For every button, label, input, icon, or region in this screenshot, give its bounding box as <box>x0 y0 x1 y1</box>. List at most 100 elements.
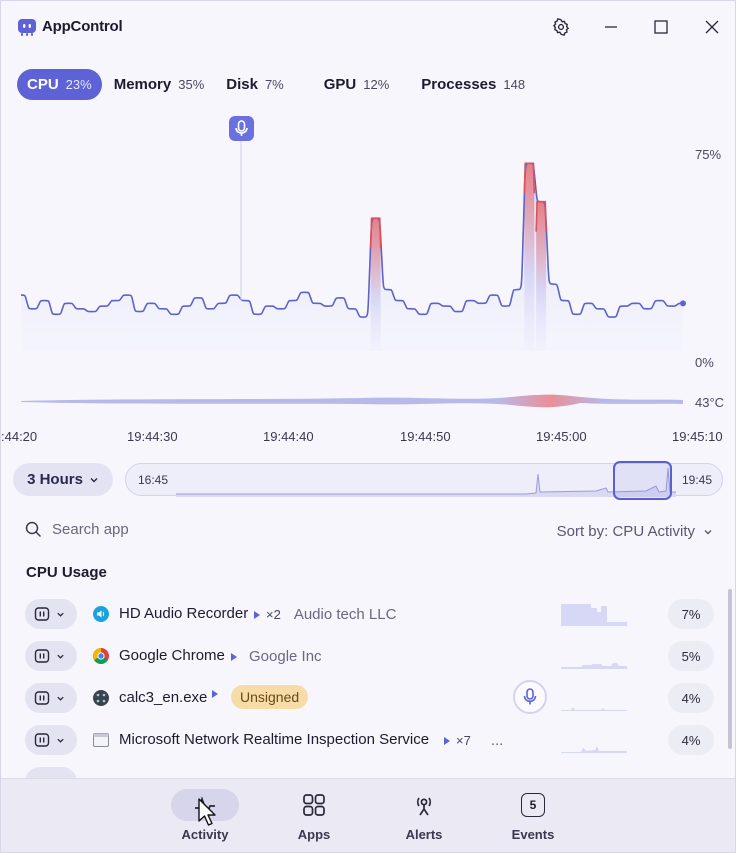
tab-label: GPU <box>323 75 357 93</box>
nav-label: Events <box>511 827 555 842</box>
time-range-dropdown[interactable]: 3 Hours <box>13 463 113 496</box>
cpu-current-point <box>680 300 686 307</box>
process-row-partial <box>1 762 735 778</box>
cpu-percent-badge: 7% <box>668 599 714 629</box>
process-meta: ×2 Audio tech LLC <box>254 606 396 623</box>
mic-marker[interactable] <box>229 116 254 141</box>
tab-value: 7% <box>264 76 284 92</box>
tab-cpu[interactable]: CPU 23% <box>17 68 102 100</box>
instance-count: ×7 <box>456 733 471 748</box>
cpu-percent-badge: 4% <box>668 725 714 755</box>
timeline-end-label: 19:45 <box>681 473 712 487</box>
chevron-down-icon <box>57 738 64 743</box>
process-name: calc3_en.exe <box>119 689 208 706</box>
process-control-dropdown[interactable] <box>25 725 77 755</box>
cpu-peak-highlight <box>524 163 535 351</box>
nav-events[interactable]: 5 Events <box>493 789 573 849</box>
app-title: AppControl <box>42 18 123 35</box>
nav-alerts[interactable]: Alerts <box>384 789 464 849</box>
expand-arrow-icon[interactable] <box>212 690 218 698</box>
process-control-dropdown[interactable] <box>25 683 77 713</box>
y-axis-bottom-label: 0% <box>695 355 714 370</box>
usage-sparkline <box>561 604 627 626</box>
app-logo-icon <box>18 19 36 36</box>
apps-grid-icon <box>303 794 325 816</box>
process-name: Google Chrome <box>119 647 225 664</box>
process-name: HD Audio Recorder <box>119 605 249 622</box>
sort-dropdown[interactable]: Sort by: CPU Activity <box>557 523 713 540</box>
tab-value: 23% <box>65 76 92 92</box>
time-tick-label: 19:44:40 <box>263 429 314 444</box>
expand-arrow-icon[interactable] <box>231 652 237 661</box>
chevron-down-icon <box>57 612 64 617</box>
cpu-series-line <box>20 162 684 318</box>
timeline-start-label: 16:45 <box>138 473 169 487</box>
temperature-band <box>21 394 683 408</box>
timeline-scrubber[interactable]: 16:45 19:45 <box>125 461 723 500</box>
tab-processes[interactable]: Processes 148 <box>411 69 535 100</box>
cpu-peak-highlight <box>536 201 547 351</box>
time-tick-label: 19:45:00 <box>536 429 587 444</box>
maximize-button[interactable] <box>647 13 675 41</box>
search-box <box>25 521 252 538</box>
cpu-percent-badge: 5% <box>668 641 714 671</box>
metric-tabs: CPU 23% Memory 35% Disk 7% GPU 12% Proce… <box>17 68 535 100</box>
time-tick-label: 19:44:50 <box>400 429 451 444</box>
process-row[interactable]: Microsoft Network Realtime Inspection Se… <box>1 720 735 760</box>
minimize-button[interactable] <box>597 13 625 41</box>
cpu-percent-badge: 4% <box>668 683 714 713</box>
process-meta <box>212 690 218 698</box>
mouse-cursor-icon <box>198 798 216 826</box>
more-ellipsis: ... <box>490 732 504 749</box>
process-control-dropdown[interactable] <box>25 641 77 671</box>
tab-gpu[interactable]: GPU 12% <box>314 69 400 100</box>
process-row[interactable]: HD Audio Recorder ×2 Audio tech LLC 7% <box>1 594 735 634</box>
chart-area-layer <box>20 162 686 351</box>
chevron-down-icon <box>57 654 64 659</box>
timeline-window-handle[interactable] <box>613 461 672 500</box>
tab-label: Processes <box>421 75 497 93</box>
time-range-label: 3 Hours <box>27 471 83 488</box>
close-button[interactable] <box>698 13 726 41</box>
microphone-access-button[interactable] <box>513 680 547 714</box>
tab-memory[interactable]: Memory 35% <box>104 69 215 100</box>
tab-label: CPU <box>27 75 59 93</box>
publisher-name: Google Inc <box>249 648 322 665</box>
search-input[interactable] <box>52 521 252 538</box>
unsigned-badge: Unsigned <box>231 685 309 709</box>
window-app-icon <box>93 733 109 747</box>
process-row[interactable]: calc3_en.exe Unsigned 4% <box>1 678 735 718</box>
timeline-mini-chart <box>176 467 676 497</box>
list-scrollbar[interactable] <box>728 589 732 749</box>
speaker-app-icon <box>93 606 109 622</box>
cpu-usage-chart[interactable] <box>1 111 736 421</box>
sort-label: Sort by: CPU Activity <box>556 523 695 540</box>
publisher-name: Audio tech LLC <box>293 606 397 623</box>
events-count-icon: 5 <box>521 793 545 817</box>
time-tick-label: :44:20 <box>1 429 38 444</box>
bottom-navigation: Activity Apps Alerts 5 Events <box>1 778 735 852</box>
time-tick-label: 19:45:10 <box>672 429 723 444</box>
nav-apps[interactable]: Apps <box>274 789 354 849</box>
tab-value: 35% <box>178 76 205 92</box>
pause-icon <box>34 607 50 621</box>
process-control-dropdown[interactable] <box>25 599 77 629</box>
usage-sparkline <box>561 746 627 753</box>
chevron-down-icon <box>57 696 64 701</box>
expand-arrow-icon[interactable] <box>444 736 450 745</box>
close-icon <box>705 20 719 34</box>
tab-value: 148 <box>503 76 526 92</box>
pause-icon <box>34 649 50 663</box>
process-row[interactable]: Google Chrome Google Inc 5% <box>1 636 735 676</box>
tab-disk[interactable]: Disk 7% <box>216 69 293 100</box>
usage-sparkline <box>561 663 627 669</box>
expand-arrow-icon[interactable] <box>254 610 260 619</box>
temperature-label: 43°C <box>695 395 725 410</box>
chevron-down-icon <box>90 477 98 482</box>
cpu-peak-highlight <box>370 218 381 351</box>
pause-icon <box>34 733 50 747</box>
tab-value: 12% <box>363 76 390 92</box>
settings-button[interactable] <box>547 13 575 41</box>
gear-icon <box>552 18 570 36</box>
pause-icon <box>34 691 50 705</box>
